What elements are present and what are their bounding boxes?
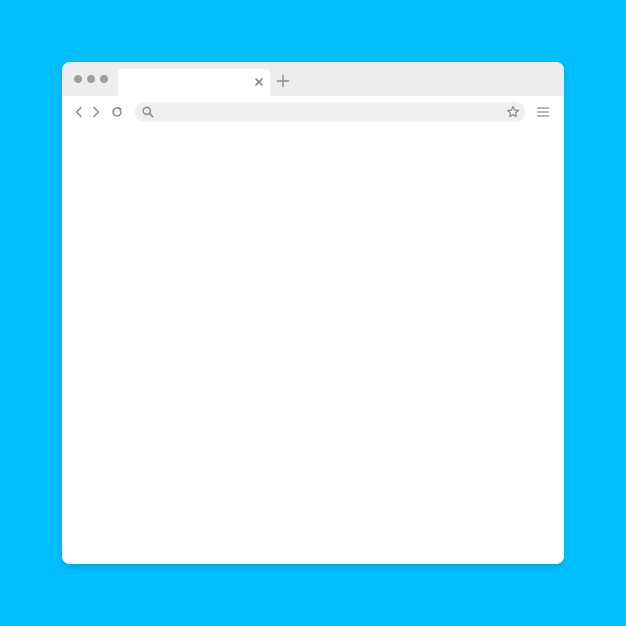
window-controls (74, 75, 108, 83)
reload-icon[interactable] (110, 105, 124, 119)
star-icon[interactable] (506, 105, 520, 119)
browser-window (62, 62, 564, 564)
close-icon[interactable] (252, 75, 266, 89)
address-bar[interactable] (135, 102, 525, 122)
window-control-dot[interactable] (100, 75, 108, 83)
page-content (62, 128, 564, 564)
hamburger-menu-icon[interactable] (536, 105, 550, 119)
browser-tab[interactable] (118, 69, 270, 96)
tab-strip (62, 62, 564, 96)
chevron-right-icon[interactable] (89, 105, 103, 119)
chevron-left-icon[interactable] (72, 105, 86, 119)
search-icon (141, 105, 155, 119)
browser-toolbar (62, 96, 564, 128)
window-control-dot[interactable] (87, 75, 95, 83)
plus-icon[interactable] (276, 74, 290, 88)
window-control-dot[interactable] (74, 75, 82, 83)
url-input[interactable] (159, 102, 499, 122)
